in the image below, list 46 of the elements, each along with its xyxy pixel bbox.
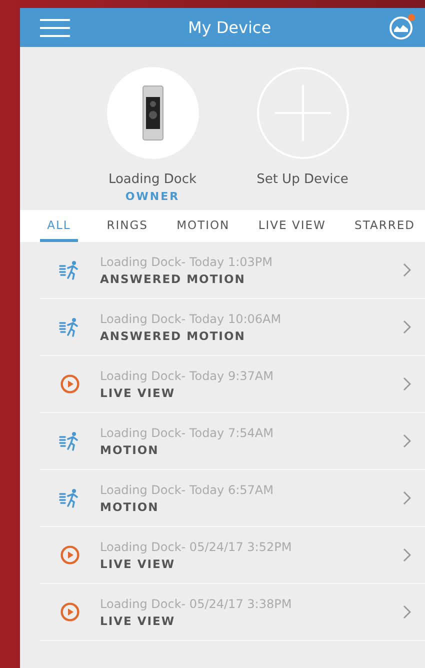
menu-button[interactable]	[40, 18, 70, 38]
running-person-icon	[59, 317, 81, 337]
event-time: Loading Dock- 05/24/17 3:38PM	[100, 596, 293, 610]
event-type: ANSWERED MOTION	[100, 328, 246, 342]
event-row[interactable]: Loading Dock- Today 1:03PM ANSWERED MOTION	[40, 242, 425, 299]
event-time: Loading Dock- 05/24/17 3:52PM	[100, 540, 293, 554]
running-person-icon	[59, 431, 81, 451]
play-icon	[60, 545, 80, 565]
event-row[interactable]: Loading Dock- 05/24/17 3:38PM LIVE VIEW	[40, 584, 425, 641]
doorbell-icon	[142, 85, 164, 141]
event-time: Loading Dock- Today 9:37AM	[100, 368, 274, 382]
event-row[interactable]: Loading Dock- Today 10:06AM ANSWERED MOTION	[40, 299, 425, 356]
event-time: Loading Dock- Today 6:57AM	[100, 482, 274, 496]
event-type: MOTION	[100, 442, 160, 456]
screen-title: My Device	[188, 18, 272, 37]
device-role: OWNER	[125, 190, 180, 203]
chevron-right-icon	[403, 605, 411, 619]
event-type: ANSWERED MOTION	[100, 272, 246, 286]
filter-tab[interactable]: RINGS	[106, 210, 148, 242]
chevron-right-icon	[403, 377, 411, 391]
event-type: MOTION	[100, 500, 160, 514]
event-row[interactable]: Loading Dock- 05/24/17 3:52PM LIVE VIEW	[40, 527, 425, 584]
event-row[interactable]: Loading Dock- Today 6:57AM MOTION	[40, 470, 425, 527]
event-time: Loading Dock- Today 7:54AM	[100, 426, 274, 440]
play-icon	[60, 374, 80, 394]
event-type: LIVE VIEW	[100, 556, 176, 570]
event-type: LIVE VIEW	[100, 386, 176, 400]
running-person-icon	[59, 488, 81, 508]
play-icon	[60, 602, 80, 622]
event-row[interactable]: Loading Dock- Today 7:54AM MOTION	[40, 413, 425, 470]
filter-tab[interactable]: MOTION	[176, 210, 230, 242]
chevron-right-icon	[403, 434, 411, 448]
device-name: Loading Dock	[108, 172, 197, 187]
running-person-icon	[59, 260, 81, 280]
device-name: Set Up Device	[256, 172, 348, 187]
menu-icon	[40, 18, 70, 38]
chevron-right-icon	[403, 263, 411, 277]
event-row[interactable]: Loading Dock- Today 9:37AM LIVE VIEW	[40, 356, 425, 413]
event-time: Loading Dock- Today 10:06AM	[100, 312, 282, 326]
filter-tab[interactable]: LIVE VIEW	[258, 210, 326, 242]
chevron-right-icon	[403, 320, 411, 334]
filter-tab[interactable]: STARRED	[354, 210, 415, 242]
event-time: Loading Dock- Today 1:03PM	[100, 254, 274, 268]
event-type: LIVE VIEW	[100, 614, 176, 628]
chevron-right-icon	[403, 491, 411, 505]
chevron-right-icon	[403, 548, 411, 562]
